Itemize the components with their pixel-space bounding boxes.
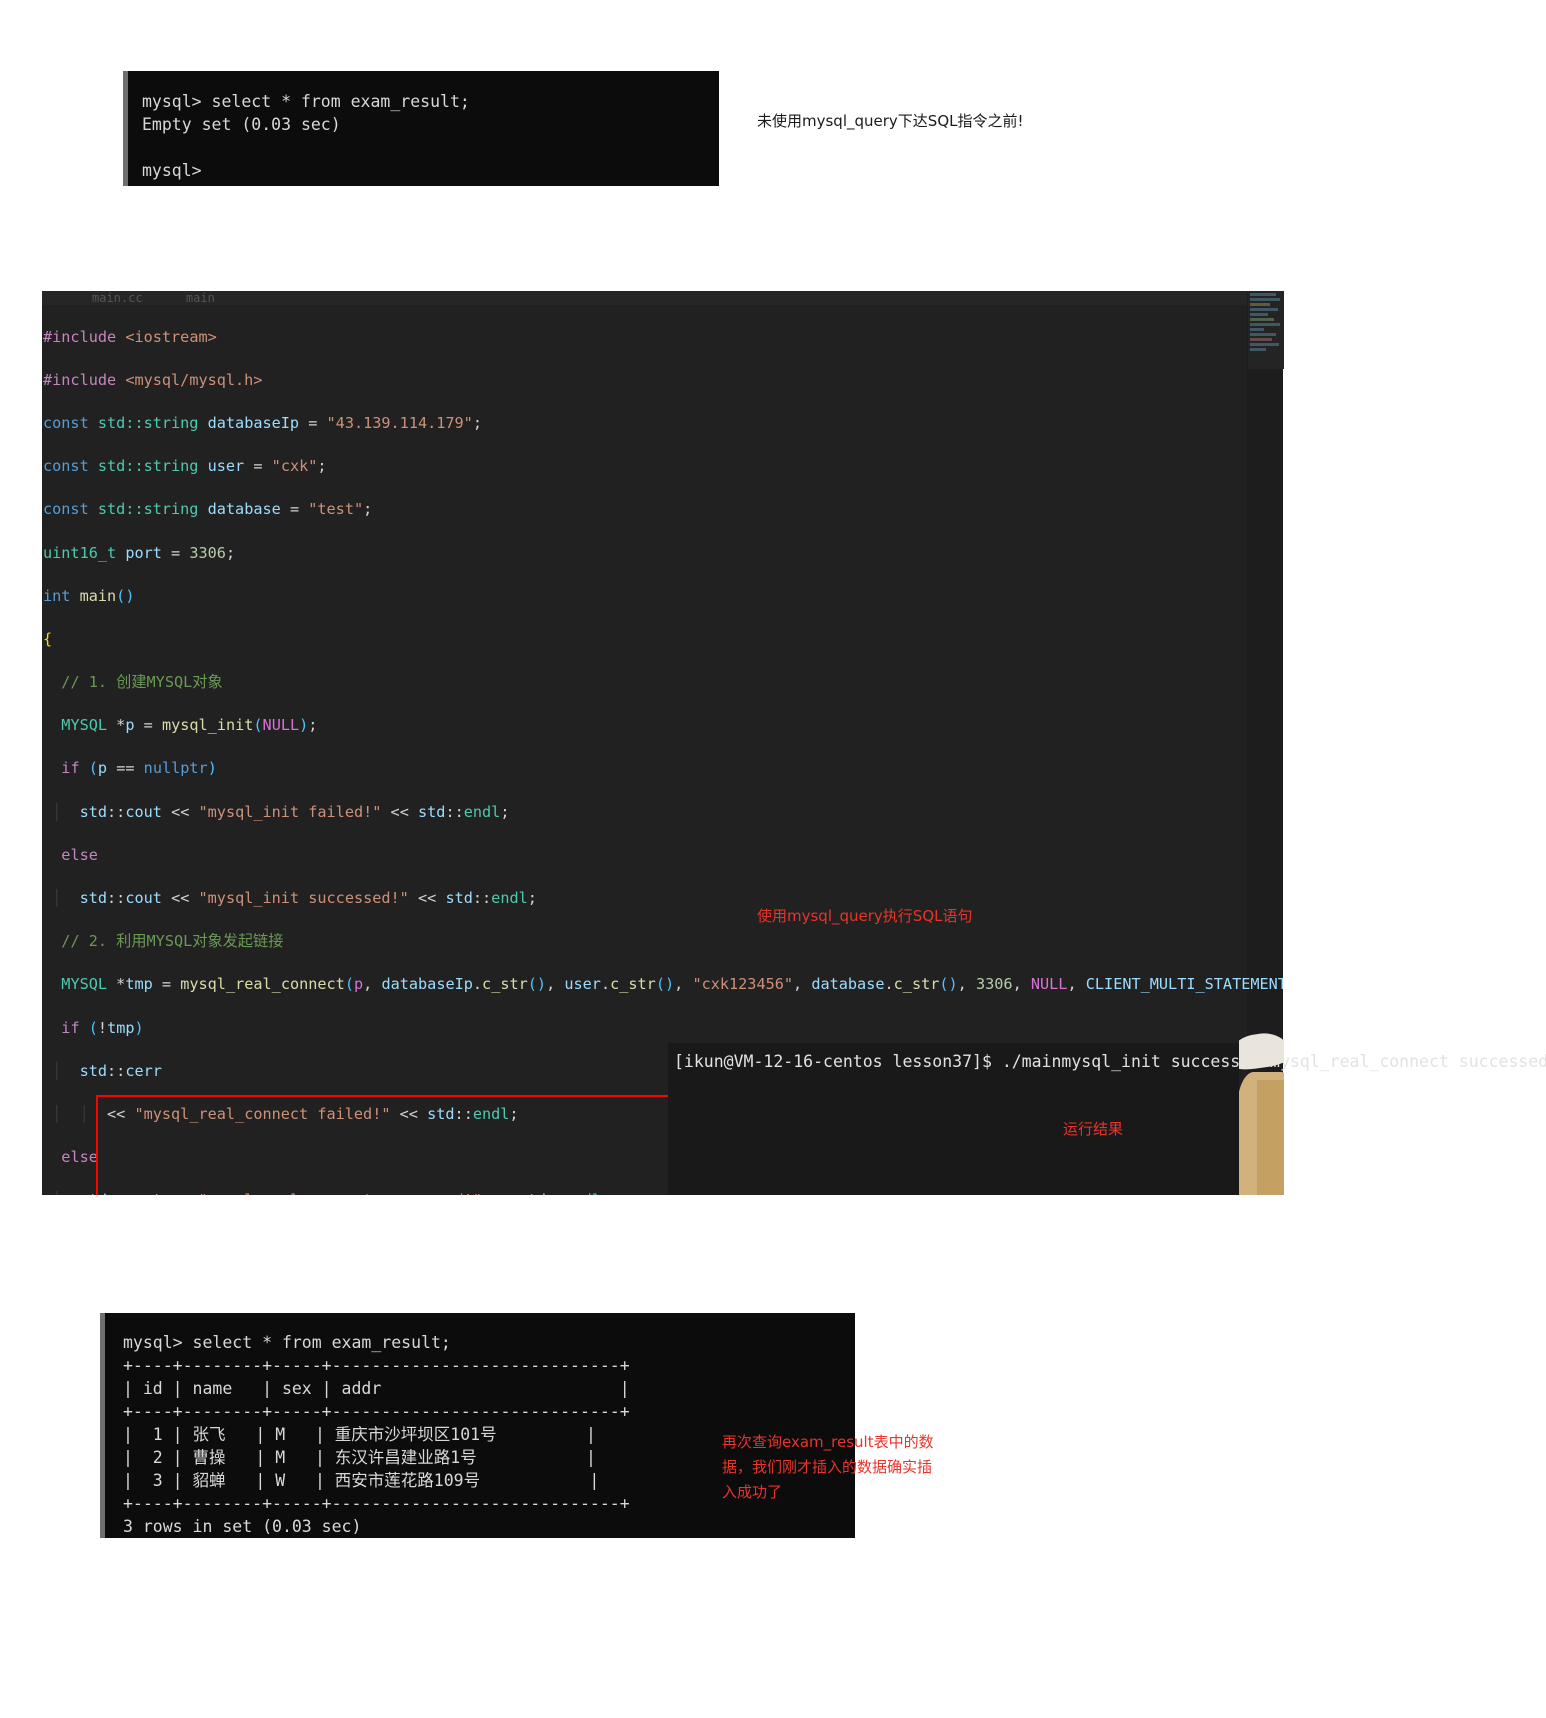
- code-line: int main(): [43, 586, 135, 605]
- code-line: {: [43, 629, 53, 648]
- character-artwork: [1239, 1020, 1284, 1195]
- code-line: │ std::cout << "mysql_init successed!" <…: [43, 889, 537, 908]
- code-line: MYSQL *p = mysql_init(NULL);: [61, 716, 318, 735]
- code-line: #include <iostream>: [43, 327, 217, 346]
- table-footer: 3 rows in set (0.03 sec): [123, 1517, 362, 1536]
- terminal-command: mysql> select * from exam_result;: [123, 1333, 451, 1352]
- code-line: // 1. 创建MYSQL对象: [61, 673, 223, 692]
- code-line: uint16_t port = 3306;: [43, 543, 236, 562]
- table-header-row: | id | name | sex | addr |: [123, 1379, 630, 1398]
- table-border-mid: +----+--------+-----+-------------------…: [123, 1402, 630, 1421]
- code-line: #include <mysql/mysql.h>: [43, 370, 263, 389]
- code-line: MYSQL *tmp = mysql_real_connect(p, datab…: [61, 975, 1283, 994]
- annotation-run-result: 运行结果: [1063, 1120, 1124, 1138]
- character-hat: [1239, 1029, 1284, 1073]
- terminal-line: mysql> select * from exam_result;: [142, 92, 470, 111]
- table-border-top: +----+--------+-----+-------------------…: [123, 1356, 630, 1375]
- run-output-terminal: [ikun@VM-12-16-centos lesson37]$ ./main m…: [668, 1043, 1546, 1195]
- code-line: const std::string database = "test";: [43, 500, 373, 519]
- top-terminal-window: mysql> select * from exam_result; Empty s…: [123, 71, 719, 186]
- character-shading: [1257, 1080, 1284, 1195]
- terminal-line: mysql_real_connect successed!: [1270, 1052, 1546, 1071]
- code-line: else: [61, 845, 98, 864]
- editor-minimap[interactable]: [1248, 291, 1284, 369]
- code-line: │ std::cout << "mysql_init failed!" << s…: [43, 802, 510, 821]
- terminal-line: Empty set (0.03 sec): [142, 115, 341, 134]
- code-line: // 2. 利用MYSQL对象发起链接: [61, 932, 284, 951]
- annotation-use-query: 使用mysql_query执行SQL语句: [757, 907, 973, 925]
- code-line: const std::string databaseIp = "43.139.1…: [43, 413, 482, 432]
- code-line: const std::string user = "cxk";: [43, 457, 327, 476]
- annotation-before-query: 未使用mysql_query下达SQL指令之前!: [757, 112, 1024, 130]
- annotation-verify: 再次查询exam_result表中的数 据，我们刚才插入的数据确实插 入成功了: [722, 1433, 934, 1501]
- editor-tab-strip[interactable]: main.cc main: [42, 291, 1283, 305]
- code-line: if (p == nullptr): [61, 759, 217, 778]
- code-line: if (!tmp): [61, 1018, 144, 1037]
- terminal-line: [ikun@VM-12-16-centos lesson37]$ ./main: [674, 1052, 1062, 1071]
- terminal-prompt: mysql>: [142, 161, 202, 180]
